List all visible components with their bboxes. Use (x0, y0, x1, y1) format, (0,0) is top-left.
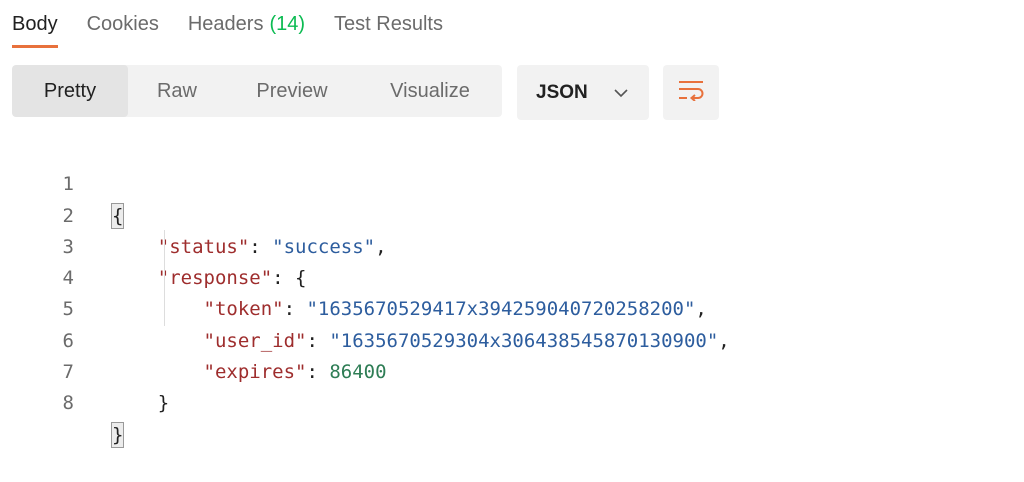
code-line: 2 "status": "success", (0, 169, 1024, 258)
line-number: 8 (62, 392, 74, 415)
code-line: 6 "expires": 86400 (0, 294, 1024, 383)
code-line: 4 "token": "1635670529417x39425904072025… (0, 232, 1024, 320)
tab-label: Body (12, 12, 58, 35)
code-line: 3 "response": { (0, 201, 1024, 289)
close-brace: } (157, 392, 170, 415)
headers-count-badge: (14) (269, 12, 306, 35)
view-mode-preview-button[interactable]: Preview (226, 65, 358, 117)
tab-body[interactable]: Body (12, 0, 58, 48)
view-mode-pretty-button[interactable]: Pretty (12, 65, 128, 117)
tab-label: Test Results (334, 12, 443, 35)
indent-guide (164, 230, 165, 326)
code-line: 5 "user_id": "1635670529304x306438545870… (0, 263, 1024, 351)
code-line: 1 { (0, 138, 1024, 229)
response-tabs: Body Cookies Headers (14) Test Results (12, 0, 472, 52)
code-line: 8 } (0, 357, 1024, 448)
view-mode-raw-button[interactable]: Raw (128, 65, 226, 117)
close-brace: } (110, 421, 125, 448)
format-select[interactable]: JSON (517, 65, 649, 120)
response-toolbar: Pretty Raw Preview Visualize JSON (12, 65, 719, 120)
tab-cookies[interactable]: Cookies (87, 0, 159, 48)
code-line: 7 } (0, 326, 1024, 414)
chevron-down-icon (613, 88, 629, 98)
format-select-value: JSON (536, 81, 588, 103)
view-mode-segmented-control: Pretty Raw Preview Visualize (12, 65, 502, 117)
wrap-lines-button[interactable] (663, 65, 719, 120)
tab-label: Headers (187, 12, 264, 35)
tab-label: Cookies (86, 12, 159, 35)
tab-test-results[interactable]: Test Results (334, 0, 443, 48)
wrap-lines-icon (677, 79, 705, 106)
tab-headers[interactable]: Headers (14) (188, 0, 305, 48)
view-mode-visualize-button[interactable]: Visualize (358, 65, 502, 117)
response-body-code[interactable]: 1 { 2 "status": "success", 3 "response":… (0, 138, 1024, 448)
